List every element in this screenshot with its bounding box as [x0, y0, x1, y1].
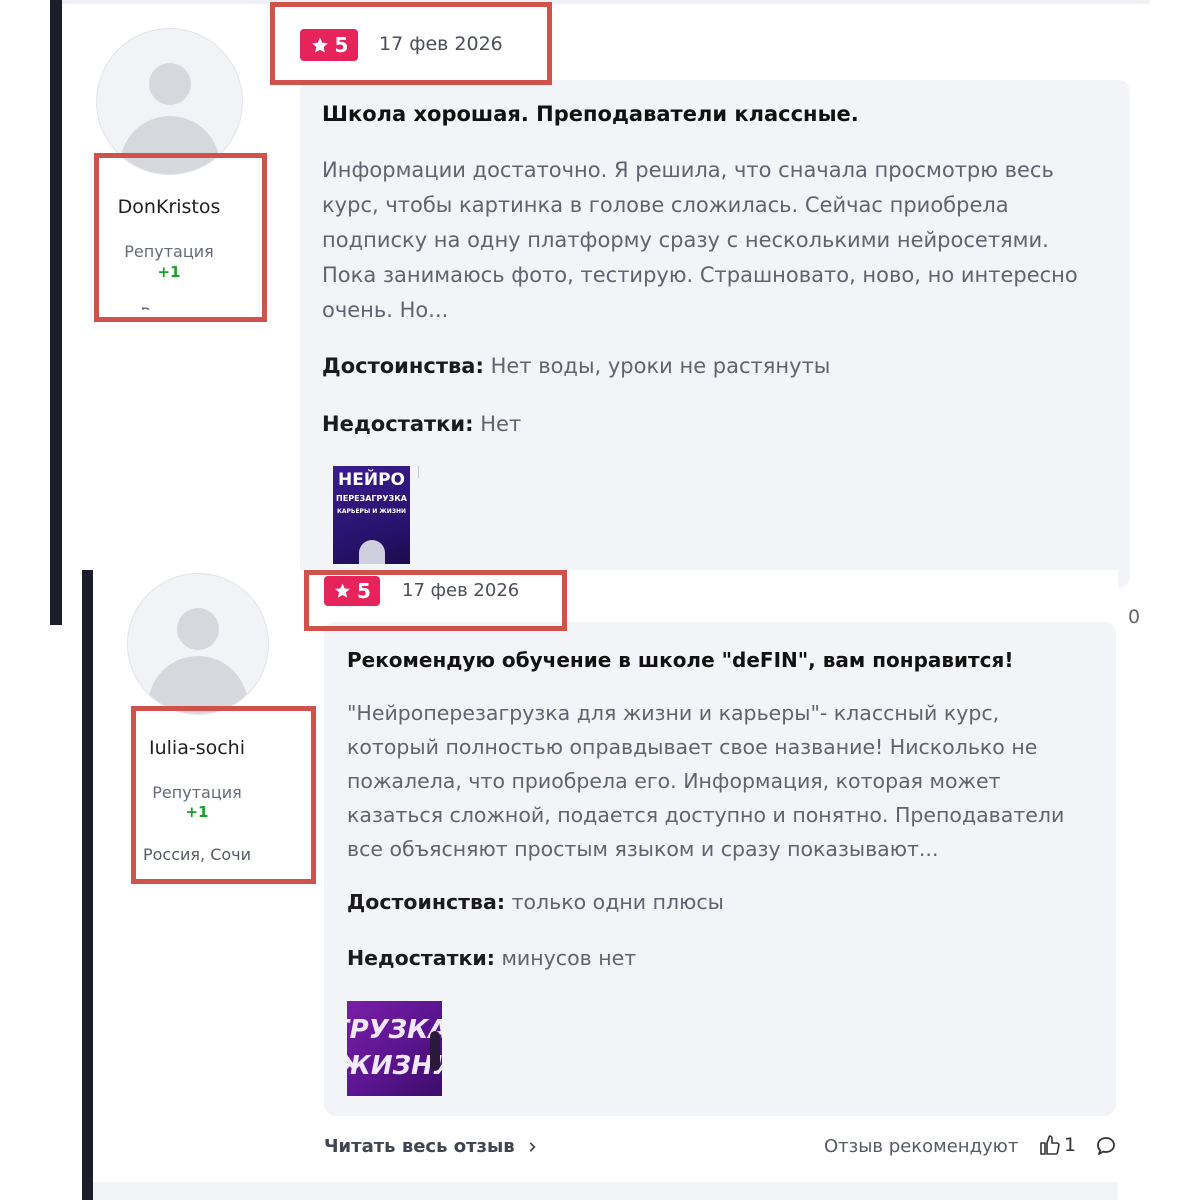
top-divider	[62, 0, 1150, 4]
image-caption-2: ПЕРЕЗАГРУЗКА	[336, 494, 407, 503]
cons: Недостатки: Нет	[322, 412, 521, 436]
review-title[interactable]: Школа хорошая. Преподаватели классные.	[322, 102, 859, 126]
pros-label: Достоинства:	[322, 354, 484, 378]
pros-text: только одни плюсы	[511, 890, 724, 914]
read-more-link[interactable]: Читать весь отзыв	[324, 1136, 539, 1157]
highlight-user-box	[94, 153, 267, 322]
pros: Достоинства: только одни плюсы	[347, 890, 724, 914]
image-caption-1: ГРУЗКА	[347, 1015, 442, 1045]
like-count: 1	[1064, 1134, 1077, 1156]
pros-text: Нет воды, уроки не растянуты	[490, 354, 831, 378]
cons-label: Недостатки:	[322, 412, 474, 436]
cons-text: минусов нет	[501, 946, 637, 970]
image-caption-1: НЕЙРО	[338, 470, 405, 490]
cons-text: Нет	[480, 412, 522, 436]
user-avatar-icon[interactable]	[127, 573, 269, 715]
highlight-user-box	[131, 706, 316, 884]
read-more-label[interactable]: Читать весь отзыв	[324, 1136, 515, 1157]
image-caption-3: КАРЬЕРЫ И ЖИЗНИ	[336, 508, 407, 515]
review-image[interactable]: НЕЙРО ПЕРЕЗАГРУЗКА КАРЬЕРЫ И ЖИЗНИ	[333, 466, 410, 564]
pros: Достоинства: Нет воды, уроки не растянут…	[322, 354, 830, 378]
cons-label: Недостатки:	[347, 946, 495, 970]
highlight-rating-box	[304, 570, 567, 631]
image-figure	[359, 540, 385, 564]
review-title[interactable]: Рекомендую обучение в школе "deFIN", вам…	[347, 648, 1013, 672]
recommend-label: Отзыв рекомендуют	[824, 1136, 1019, 1157]
review-card-2: Iulia-sochi Репутация +1 Россия, Сочи 5 …	[82, 570, 1118, 1200]
image-divider	[418, 466, 419, 478]
image-caption-2: ЖИЗНИ	[347, 1051, 442, 1081]
cons: Недостатки: минусов нет	[347, 946, 636, 970]
chevron-right-icon[interactable]	[525, 1140, 539, 1154]
review-body: Информации достаточно. Я решила, что сна…	[322, 158, 1078, 322]
image-microphone	[430, 1031, 440, 1071]
footer-divider	[93, 1182, 1118, 1200]
comment-count: 0	[1128, 606, 1141, 625]
highlight-rating-box	[270, 2, 552, 85]
comment-icon[interactable]	[1094, 1134, 1118, 1158]
review-body: "Нейроперезагрузка для жизни и карьеры"-…	[347, 701, 1065, 861]
review-image[interactable]: ГРУЗКА ЖИЗНИ	[347, 1001, 442, 1096]
like-button[interactable]: 1	[1038, 1133, 1076, 1157]
comment-button[interactable]	[1094, 1134, 1118, 1162]
thumbs-up-icon[interactable]	[1038, 1133, 1062, 1157]
review-card-1: DonKristos Репутация +1 Россия 5 17 фев …	[50, 0, 1150, 625]
pros-label: Достоинства:	[347, 890, 506, 914]
